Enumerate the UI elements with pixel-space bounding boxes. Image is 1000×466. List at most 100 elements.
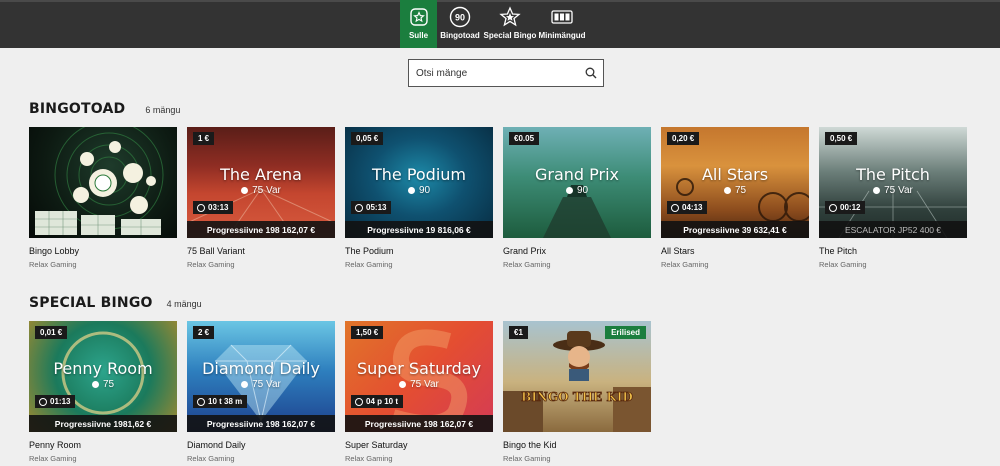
game-name[interactable]: Diamond Daily bbox=[187, 440, 335, 450]
countdown-timer: 10 t 38 m bbox=[193, 395, 248, 408]
game-thumbnail[interactable]: 0,05 € The Podium 90 05:13 Progressiivne… bbox=[345, 127, 493, 238]
game-provider: Relax Gaming bbox=[29, 260, 77, 269]
game-card-diamond-daily[interactable]: 2 € Diamond Daily 75 Var 10 t 38 m Progr… bbox=[187, 321, 335, 463]
price-badge: 1,50 € bbox=[351, 326, 384, 339]
game-card-the-pitch[interactable]: 0,50 € The Pitch 75 Var 00:12 ESCALATOR … bbox=[819, 127, 967, 269]
search-box bbox=[408, 59, 604, 87]
game-thumb-subtitle: 75 Var bbox=[819, 185, 967, 196]
star-badge-icon bbox=[408, 6, 430, 28]
game-thumb-subtitle: 75 Var bbox=[345, 379, 493, 390]
game-name[interactable]: All Stars bbox=[661, 246, 809, 256]
game-provider: Relax Gaming bbox=[503, 260, 551, 269]
game-provider: Relax Gaming bbox=[29, 454, 77, 463]
jackpot-bar: Progressiivne 1981,62 € bbox=[29, 415, 177, 432]
game-card-all-stars[interactable]: 0,20 € All Stars 75 04:13 Progressiivne … bbox=[661, 127, 809, 269]
jackpot-bar: Progressiivne 198 162,07 € bbox=[345, 415, 493, 432]
game-provider: Relax Gaming bbox=[187, 454, 235, 463]
game-provider: Relax Gaming bbox=[187, 260, 235, 269]
price-badge: 1 € bbox=[193, 132, 215, 145]
countdown-timer: 04:13 bbox=[667, 201, 708, 214]
nav-item-bingotoad[interactable]: 90 Bingotoad bbox=[437, 0, 483, 48]
game-card-grand-prix[interactable]: €0.05 Grand Prix 90 Grand Prix Relax Gam… bbox=[503, 127, 651, 269]
section-header-bingotoad: BINGOTOAD 6 mängu bbox=[29, 101, 180, 117]
nav-item-sulle[interactable]: Sulle bbox=[400, 0, 437, 48]
section-header-special-bingo: SPECIAL BINGO 4 mängu bbox=[29, 295, 202, 311]
price-badge: 0,05 € bbox=[351, 132, 384, 145]
nav-label-sulle: Sulle bbox=[408, 31, 429, 40]
game-name[interactable]: The Podium bbox=[345, 246, 493, 256]
game-thumbnail[interactable]: 1,50 € Super Saturday 75 Var 04 p 10 t P… bbox=[345, 321, 493, 432]
jackpot-bar: Progressiivne 39 632,41 € bbox=[661, 221, 809, 238]
countdown-timer: 05:13 bbox=[351, 201, 392, 214]
game-thumb-subtitle: 75 Var bbox=[187, 379, 335, 390]
price-badge: 0,20 € bbox=[667, 132, 700, 145]
game-name[interactable]: Bingo Lobby bbox=[29, 246, 177, 256]
countdown-timer: 03:13 bbox=[193, 201, 234, 214]
price-badge: 0,50 € bbox=[825, 132, 858, 145]
game-thumb-subtitle: 90 bbox=[503, 185, 651, 196]
game-thumb-title: The Podium bbox=[371, 165, 467, 184]
game-thumb-title: Diamond Daily bbox=[202, 359, 320, 378]
game-thumbnail[interactable]: €1 Erilised BINGO THE KID bbox=[503, 321, 651, 432]
search-input[interactable] bbox=[409, 60, 579, 86]
game-thumb-title: Penny Room bbox=[53, 359, 153, 378]
game-card-75-ball-variant[interactable]: 1 € The Arena 75 Var 03:13 Progressiivne… bbox=[187, 127, 335, 269]
nav-item-minimangud[interactable]: Minimängud bbox=[537, 0, 587, 48]
game-provider: Relax Gaming bbox=[503, 454, 551, 463]
game-name[interactable]: Penny Room bbox=[29, 440, 177, 450]
game-thumb-subtitle: 90 bbox=[345, 185, 493, 196]
nav-label-special-bingo: Special Bingo bbox=[483, 31, 537, 40]
game-thumbnail[interactable]: 0,01 € Penny Room 75 01:13 Progressiivne… bbox=[29, 321, 177, 432]
logo-text: BINGO THE KID bbox=[521, 390, 633, 404]
game-thumb-title: All Stars bbox=[701, 165, 769, 184]
price-badge: €0.05 bbox=[509, 132, 540, 145]
game-thumb-subtitle: 75 bbox=[661, 185, 809, 196]
game-name[interactable]: The Pitch bbox=[819, 246, 967, 256]
nav-label-bingotoad: Bingotoad bbox=[440, 31, 480, 40]
game-name[interactable]: 75 Ball Variant bbox=[187, 246, 335, 256]
game-thumbnail[interactable]: 0,20 € All Stars 75 04:13 Progressiivne … bbox=[661, 127, 809, 238]
game-card-the-podium[interactable]: 0,05 € The Podium 90 05:13 Progressiivne… bbox=[345, 127, 493, 269]
section-count[interactable]: 6 mängu bbox=[145, 105, 180, 115]
slot-reels-icon bbox=[551, 6, 573, 28]
game-provider: Relax Gaming bbox=[819, 260, 867, 269]
game-card-penny-room[interactable]: 0,01 € Penny Room 75 01:13 Progressiivne… bbox=[29, 321, 177, 463]
special-star-icon bbox=[499, 6, 521, 28]
bingotoad-card-row: Bingo Lobby Relax Gaming 1 € The Arena 7… bbox=[29, 127, 967, 269]
jackpot-bar: Progressiivne 198 162,07 € bbox=[187, 415, 335, 432]
ninety-ball-text: 90 bbox=[455, 13, 465, 23]
price-badge: 2 € bbox=[193, 326, 215, 339]
section-title: SPECIAL BINGO bbox=[29, 295, 153, 311]
game-name[interactable]: Grand Prix bbox=[503, 246, 651, 256]
jackpot-bar: Progressiivne 19 816,06 € bbox=[345, 221, 493, 238]
game-thumb-title: Super Saturday bbox=[356, 359, 482, 378]
game-card-bingo-lobby[interactable]: Bingo Lobby Relax Gaming bbox=[29, 127, 177, 269]
game-card-bingo-the-kid[interactable]: €1 Erilised BINGO THE KID Bingo the Kid … bbox=[503, 321, 651, 463]
bingo-the-kid-logo: BINGO THE KID bbox=[521, 390, 633, 405]
game-thumbnail[interactable] bbox=[29, 127, 177, 238]
game-provider: Relax Gaming bbox=[345, 260, 393, 269]
game-provider: Relax Gaming bbox=[345, 454, 393, 463]
section-count[interactable]: 4 mängu bbox=[167, 299, 202, 309]
bingo-balls-art bbox=[35, 127, 164, 235]
game-card-super-saturday[interactable]: 1,50 € Super Saturday 75 Var 04 p 10 t P… bbox=[345, 321, 493, 463]
category-nav: Sulle 90 Bingotoad Special Bingo Minimän… bbox=[400, 0, 587, 48]
game-thumbnail[interactable]: €0.05 Grand Prix 90 bbox=[503, 127, 651, 238]
ninety-ball-icon: 90 bbox=[449, 6, 471, 28]
game-thumbnail[interactable]: 2 € Diamond Daily 75 Var 10 t 38 m Progr… bbox=[187, 321, 335, 432]
countdown-timer: 00:12 bbox=[825, 201, 866, 214]
game-name[interactable]: Super Saturday bbox=[345, 440, 493, 450]
price-badge: 0,01 € bbox=[35, 326, 68, 339]
nav-label-minimangud: Minimängud bbox=[538, 31, 586, 40]
countdown-timer: 04 p 10 t bbox=[351, 395, 404, 408]
game-name[interactable]: Bingo the Kid bbox=[503, 440, 651, 450]
game-thumbnail[interactable]: 1 € The Arena 75 Var 03:13 Progressiivne… bbox=[187, 127, 335, 238]
game-thumbnail[interactable]: 0,50 € The Pitch 75 Var 00:12 ESCALATOR … bbox=[819, 127, 967, 238]
jackpot-bar: Progressiivne 198 162,07 € bbox=[187, 221, 335, 238]
game-thumb-title: The Arena bbox=[220, 165, 302, 184]
nav-item-special-bingo[interactable]: Special Bingo bbox=[483, 0, 537, 48]
game-thumb-subtitle: 75 bbox=[29, 379, 177, 390]
search-icon[interactable] bbox=[579, 60, 603, 86]
game-thumb-title: Grand Prix bbox=[534, 165, 620, 184]
jackpot-bar: ESCALATOR JP52 400 € bbox=[819, 221, 967, 238]
